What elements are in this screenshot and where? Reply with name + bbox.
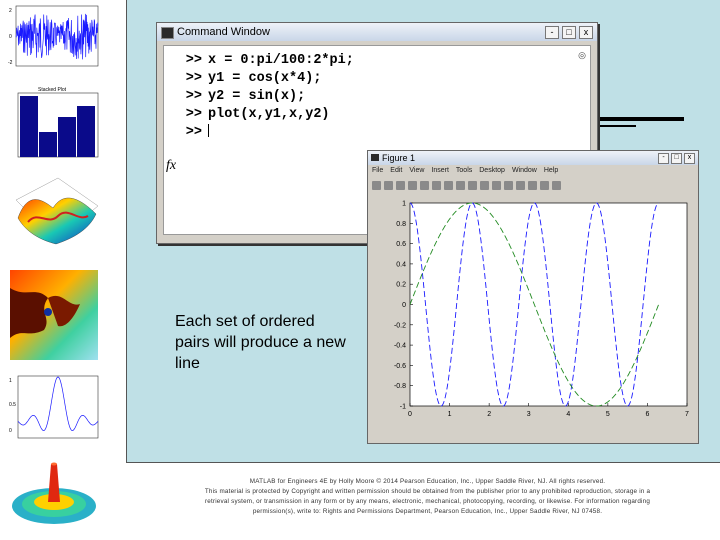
x-tick-label: 0 bbox=[408, 411, 412, 418]
stacked-plot-title: Stacked Plot bbox=[38, 87, 67, 93]
menu-file[interactable]: File bbox=[372, 165, 383, 177]
y-tick-label: 0 bbox=[402, 302, 406, 309]
x-tick-label: 3 bbox=[527, 411, 531, 418]
figure-window: Figure 1 - □ x File Edit View Insert Too… bbox=[367, 150, 699, 444]
hide-tools-icon[interactable] bbox=[540, 180, 549, 190]
x-tick-label: 2 bbox=[487, 411, 491, 418]
plot-axes bbox=[409, 202, 688, 407]
command-line: >> x = 0:pi/100:2*pi; bbox=[185, 53, 354, 68]
figure-minimize-button[interactable]: - bbox=[658, 153, 669, 164]
slide-caption: Each set of ordered pairs will produce a… bbox=[175, 313, 346, 372]
command-line: >> y1 = cos(x*4); bbox=[185, 71, 322, 86]
close-button[interactable]: x bbox=[579, 26, 593, 39]
y-tick-label: 0.8 bbox=[396, 221, 406, 228]
decoration-line bbox=[600, 125, 636, 127]
rotate-icon[interactable] bbox=[468, 180, 477, 190]
y-tick-label: 1 bbox=[402, 201, 406, 208]
peak-surface-thumbnail bbox=[12, 462, 96, 524]
y-tick-label: -0.6 bbox=[394, 363, 406, 370]
maximize-button[interactable]: □ bbox=[562, 26, 576, 39]
y-tick-label: 0.6 bbox=[396, 241, 406, 248]
footer-line: retrieval system, or transmission in any… bbox=[204, 498, 651, 505]
x-tick-label: 6 bbox=[645, 411, 649, 418]
command-window-titlebar[interactable]: Command Window - □ x bbox=[157, 23, 597, 41]
fx-icon[interactable]: fx bbox=[166, 158, 176, 174]
figure-icon bbox=[371, 154, 379, 161]
svg-text:-2: -2 bbox=[8, 60, 13, 66]
svg-text:1: 1 bbox=[9, 378, 12, 384]
svg-text:0.5: 0.5 bbox=[9, 402, 16, 408]
y-tick-label: 0.4 bbox=[396, 261, 406, 268]
command-input-line[interactable]: >> bbox=[170, 124, 590, 142]
options-icon[interactable]: ◎ bbox=[578, 50, 586, 61]
menu-desktop[interactable]: Desktop bbox=[479, 165, 505, 177]
colorbar-icon[interactable] bbox=[516, 180, 525, 190]
zoom-out-icon[interactable] bbox=[444, 180, 453, 190]
footer-line: MATLAB for Engineers 4E by Holly Moore ©… bbox=[249, 478, 606, 485]
edit-plot-icon[interactable] bbox=[420, 180, 429, 190]
command-line: >> plot(x,y1,x,y2) bbox=[185, 107, 330, 122]
brush-icon[interactable] bbox=[492, 180, 501, 190]
show-tools-icon[interactable] bbox=[552, 180, 561, 190]
y-tick-label: 0.2 bbox=[396, 282, 406, 289]
legend-icon[interactable] bbox=[528, 180, 537, 190]
footer-line: permission(s), write to: Rights and Perm… bbox=[252, 508, 603, 515]
figure-maximize-button[interactable]: □ bbox=[671, 153, 682, 164]
menu-window[interactable]: Window bbox=[512, 165, 537, 177]
svg-text:0: 0 bbox=[9, 34, 12, 40]
command-window-title: Command Window bbox=[177, 26, 270, 38]
fractal-thumbnail bbox=[10, 270, 98, 360]
print-icon[interactable] bbox=[408, 180, 417, 190]
matlab-icon bbox=[161, 27, 174, 39]
decoration-line bbox=[600, 117, 684, 121]
x-tick-label: 4 bbox=[566, 411, 570, 418]
y-tick-label: -1 bbox=[400, 404, 406, 411]
svg-text:0: 0 bbox=[9, 428, 12, 434]
y-tick-label: -0.2 bbox=[394, 322, 406, 329]
x-tick-label: 1 bbox=[448, 411, 452, 418]
y-tick-label: -0.8 bbox=[394, 383, 406, 390]
menu-tools[interactable]: Tools bbox=[456, 165, 472, 177]
save-icon[interactable] bbox=[396, 180, 405, 190]
figure-toolbar bbox=[368, 177, 698, 194]
footer-line: This material is protected by Copyright … bbox=[204, 488, 651, 495]
command-line: >> y2 = sin(x); bbox=[185, 89, 306, 104]
menu-view[interactable]: View bbox=[409, 165, 424, 177]
figure-plot[interactable]: 0 1 2 3 4 5 6 7 1 0.8 0.6 0.4 0.2 0 -0.2 -0.4 -0.6 -0.8 -1 bbox=[368, 193, 698, 443]
pan-icon[interactable] bbox=[456, 180, 465, 190]
open-icon[interactable] bbox=[384, 180, 393, 190]
menu-insert[interactable]: Insert bbox=[431, 165, 449, 177]
stacked-plot-thumbnail: Stacked Plot bbox=[17, 87, 99, 158]
copyright-footer: MATLAB for Engineers 4E by Holly Moore ©… bbox=[190, 477, 665, 517]
minimize-button[interactable]: - bbox=[545, 26, 559, 39]
zoom-in-icon[interactable] bbox=[432, 180, 441, 190]
menu-help[interactable]: Help bbox=[544, 165, 558, 177]
figure-close-button[interactable]: x bbox=[684, 153, 695, 164]
surface-thumbnail bbox=[15, 177, 99, 245]
data-cursor-icon[interactable] bbox=[480, 180, 489, 190]
new-figure-icon[interactable] bbox=[372, 180, 381, 190]
text-cursor bbox=[208, 124, 209, 137]
x-tick-label: 5 bbox=[606, 411, 610, 418]
signal-thumbnail: 2 0 -2 bbox=[8, 5, 99, 67]
y-tick-label: -0.4 bbox=[394, 343, 406, 350]
sinc-thumbnail: 10.50 bbox=[9, 375, 99, 439]
figure-window-title: Figure 1 bbox=[382, 153, 416, 163]
menu-edit[interactable]: Edit bbox=[390, 165, 402, 177]
thumbnail-sidebar: 2 0 -2 Stacked Plot 1 0.5 0 bbox=[0, 0, 110, 540]
figure-menu-bar: File Edit View Insert Tools Desktop Wind… bbox=[368, 165, 698, 177]
link-icon[interactable] bbox=[504, 180, 513, 190]
x-tick-label: 7 bbox=[685, 411, 689, 418]
svg-text:2: 2 bbox=[9, 8, 12, 14]
figure-window-titlebar[interactable]: Figure 1 - □ x bbox=[368, 151, 698, 165]
